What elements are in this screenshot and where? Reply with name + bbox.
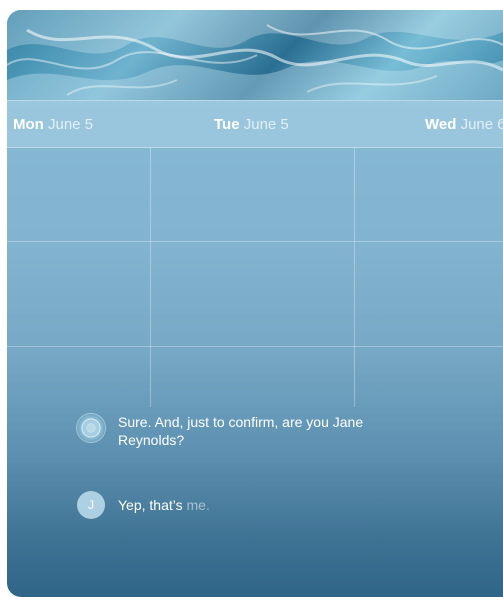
- day-date: June 5: [243, 116, 289, 133]
- user-reply-pending-text: me.: [186, 497, 210, 513]
- day-header-row: Mon June 5 Tue June 5 Wed June 6: [7, 100, 503, 148]
- grid-divider: [150, 147, 151, 407]
- day-header-wed[interactable]: Wed June 6: [425, 116, 503, 133]
- day-name: Mon: [13, 116, 44, 133]
- user-reply-text: Yep, that’s: [118, 497, 183, 513]
- assistant-orb-icon: [77, 414, 105, 442]
- day-name: Wed: [425, 116, 457, 133]
- grid-divider: [7, 346, 503, 347]
- user-initial-avatar: J: [77, 491, 105, 519]
- calendar-card: Mon June 5 Tue June 5 Wed June 6 Sure. A…: [7, 10, 503, 597]
- ocean-header-image: [7, 10, 503, 100]
- day-date: June 5: [48, 116, 94, 133]
- ocean-wave-image: [7, 10, 503, 100]
- day-date: June 6: [460, 116, 503, 133]
- day-header-mon[interactable]: Mon June 5: [13, 116, 93, 133]
- day-name: Tue: [214, 116, 240, 133]
- grid-divider: [354, 147, 355, 407]
- grid-divider: [7, 241, 503, 242]
- user-message-text: Yep, that’s me.: [118, 496, 368, 514]
- day-header-tue[interactable]: Tue June 5: [214, 116, 289, 133]
- agent-message-text: Sure. And, just to confirm, are you Jane…: [118, 414, 364, 448]
